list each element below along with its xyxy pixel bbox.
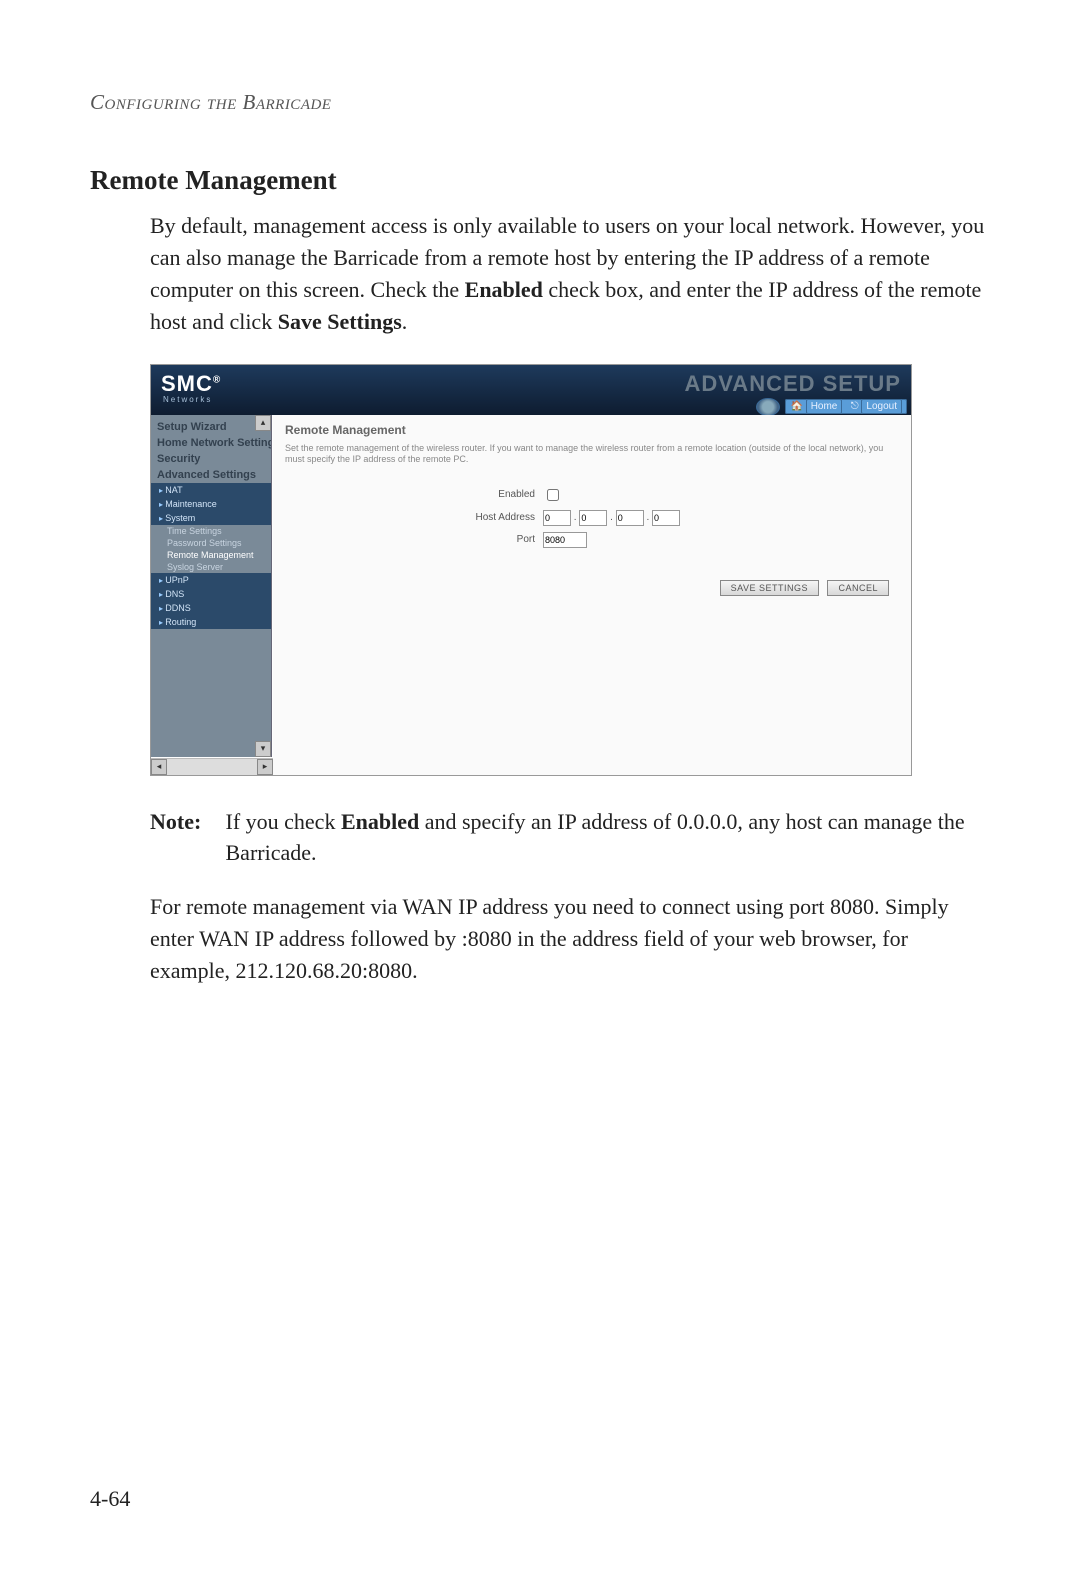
smc-logo: SMC® — [161, 371, 221, 397]
host-ip-octet-3[interactable] — [616, 510, 644, 526]
sidebar-group-advanced[interactable]: Advanced Settings — [151, 467, 271, 483]
content-description: Set the remote management of the wireles… — [285, 443, 899, 466]
port-input[interactable] — [543, 532, 587, 548]
content-title: Remote Management — [285, 423, 899, 437]
label-port: Port — [285, 534, 543, 545]
row-port: Port — [285, 532, 899, 548]
note-label: Note: — [150, 806, 220, 838]
scroll-right-button[interactable]: ▸ — [257, 759, 273, 775]
intro-paragraph: By default, management access is only av… — [150, 210, 990, 338]
label-enabled: Enabled — [285, 489, 543, 500]
note-block: Note: If you check Enabled and specify a… — [150, 806, 990, 870]
page-running-header: Configuring the Barricade — [90, 90, 990, 115]
intro-bold-enabled: Enabled — [465, 277, 543, 302]
sidebar-item-system[interactable]: System — [151, 511, 271, 525]
scroll-left-button[interactable]: ◂ — [151, 759, 167, 775]
sidebar-group-home-network[interactable]: Home Network Settings — [151, 435, 271, 451]
scroll-up-button[interactable]: ▴ — [255, 415, 271, 431]
section-title: Remote Management — [90, 165, 990, 196]
page-number: 4-64 — [90, 1486, 130, 1512]
sidebar-group-setup-wizard[interactable]: Setup Wizard — [151, 419, 271, 435]
sidebar-item-nat[interactable]: NAT — [151, 483, 271, 497]
sidebar-sub-syslog[interactable]: Syslog Server — [151, 561, 271, 573]
sidebar-sub-remote-management[interactable]: Remote Management — [151, 549, 271, 561]
horizontal-scrollbar[interactable]: ◂ ▸ — [151, 758, 273, 775]
host-ip-octet-1[interactable] — [543, 510, 571, 526]
sidebar-item-ddns[interactable]: DDNS — [151, 601, 271, 615]
dot-sep: . — [571, 512, 579, 523]
dot-sep: . — [607, 512, 615, 523]
sidebar-sub-password[interactable]: Password Settings — [151, 537, 271, 549]
logout-link-label: Logout — [861, 399, 902, 414]
label-host-address: Host Address — [285, 512, 543, 523]
row-host-address: Host Address . . . — [285, 510, 899, 526]
closing-paragraph: For remote management via WAN IP address… — [150, 891, 990, 987]
content-pane: Remote Management Set the remote managem… — [273, 415, 911, 775]
row-enabled: Enabled — [285, 486, 899, 504]
sidebar-sub-time[interactable]: Time Settings — [151, 525, 271, 537]
intro-text-3: . — [402, 309, 408, 334]
cancel-button[interactable]: CANCEL — [827, 580, 889, 596]
home-link-label: Home — [806, 399, 843, 414]
smc-logo-subtext: Networks — [163, 395, 212, 404]
sidebar-item-maintenance[interactable]: Maintenance — [151, 497, 271, 511]
scroll-down-button[interactable]: ▾ — [255, 741, 271, 757]
enabled-checkbox[interactable] — [547, 489, 559, 501]
sidebar-item-dns[interactable]: DNS — [151, 587, 271, 601]
smc-logo-text: SMC — [161, 371, 213, 396]
note-body: If you check Enabled and specify an IP a… — [226, 806, 986, 870]
sidebar: ▴ Setup Wizard Home Network Settings Sec… — [151, 415, 272, 757]
host-ip-octet-4[interactable] — [652, 510, 680, 526]
header-links: 🏠 Home ⎋ Logout — [756, 398, 907, 416]
screenshot-header: SMC® Networks ADVANCED SETUP 🏠 Home ⎋ Lo… — [151, 365, 911, 415]
save-settings-button[interactable]: SAVE SETTINGS — [720, 580, 819, 596]
sidebar-group-security[interactable]: Security — [151, 451, 271, 467]
intro-bold-save: Save Settings — [278, 309, 402, 334]
sidebar-item-routing[interactable]: Routing — [151, 615, 271, 629]
note-bold-enabled: Enabled — [341, 809, 419, 834]
router-admin-screenshot: SMC® Networks ADVANCED SETUP 🏠 Home ⎋ Lo… — [150, 364, 912, 776]
button-row: SAVE SETTINGS CANCEL — [285, 578, 899, 596]
home-link[interactable]: 🏠 Home ⎋ Logout — [785, 399, 907, 414]
note-text-1: If you check — [226, 809, 341, 834]
dot-sep: . — [644, 512, 652, 523]
sidebar-item-upnp[interactable]: UPnP — [151, 573, 271, 587]
host-ip-octet-2[interactable] — [579, 510, 607, 526]
advanced-setup-label: ADVANCED SETUP — [684, 371, 901, 397]
globe-icon — [756, 398, 780, 416]
